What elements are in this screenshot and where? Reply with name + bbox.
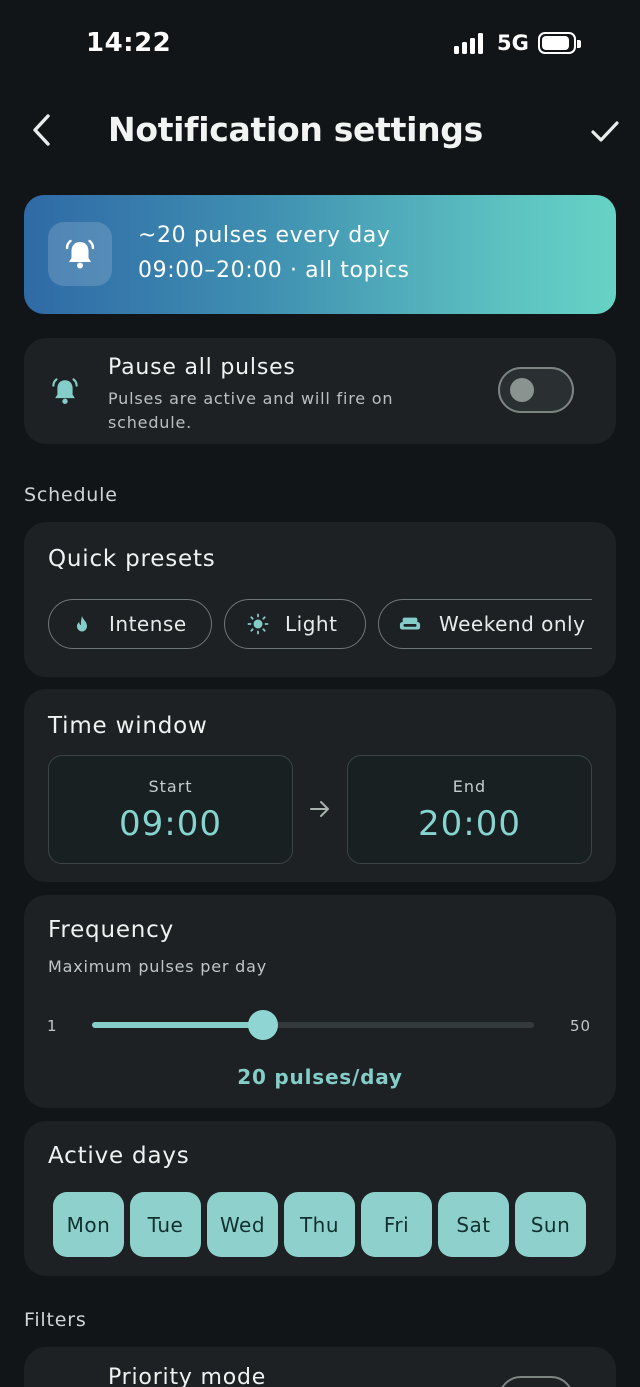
battery-icon [538,32,581,54]
preset-weekend-only[interactable]: Weekend only [378,599,592,649]
day-sat[interactable]: Sat [438,1192,509,1257]
frequency-value: 20 pulses/day [237,1065,403,1089]
presets-title: Quick presets [48,546,216,572]
end-label: End [452,777,487,796]
preset-label: Light [285,612,338,636]
frequency-card: Frequency Maximum pulses per day 1 50 20… [24,895,616,1108]
pause-toggle[interactable] [498,367,574,413]
preset-label: Weekend only [439,612,586,636]
end-time-value: 20:00 [418,804,521,844]
preset-intense[interactable]: Intense [48,599,212,649]
priority-title: Priority mode [108,1365,267,1387]
day-sun[interactable]: Sun [515,1192,586,1257]
chevron-left-icon [33,114,50,146]
pause-subtitle: Pulses are active and will fire on sched… [108,389,394,432]
pause-all-card: Pause all pulses Pulses are active and w… [24,338,616,444]
pause-title: Pause all pulses [108,355,296,380]
active-days-card: Active days Mon Tue Wed Thu Fri Sat Sun [24,1121,616,1276]
day-fri[interactable]: Fri [361,1192,432,1257]
flame-icon [71,613,93,635]
section-schedule: Schedule [24,484,118,506]
arrow-right-icon [308,797,332,821]
priority-mode-card: Priority mode [24,1347,616,1387]
day-mon[interactable]: Mon [53,1192,124,1257]
day-wed[interactable]: Wed [207,1192,278,1257]
day-tue[interactable]: Tue [130,1192,201,1257]
day-thu[interactable]: Thu [284,1192,355,1257]
time-window-card: Time window Start 09:00 End 20:00 [24,689,616,882]
status-bar: 14:22 5G [0,0,640,90]
preset-label: Intense [109,612,187,636]
section-filters: Filters [24,1309,87,1331]
network-type: 5G [497,31,529,55]
start-time-picker[interactable]: Start 09:00 [48,755,293,864]
bell-ring-icon [48,374,82,408]
signal-icon [454,32,483,54]
sofa-icon [399,613,421,635]
slider-thumb[interactable] [248,1010,279,1040]
quick-presets-card: Quick presets Intense Light Weekend only [24,522,616,677]
back-button[interactable] [26,110,60,150]
schedule-summary-banner: ~20 pulses every day 09:00–20:00 · all t… [24,195,616,314]
check-icon [591,121,619,142]
summary-frequency: ~20 pulses every day [138,223,391,248]
status-time: 14:22 [86,28,172,58]
slider-max-label: 50 [570,1017,592,1035]
page-title: Notification settings [108,110,483,149]
end-time-picker[interactable]: End 20:00 [347,755,592,864]
time-window-title: Time window [48,713,208,739]
top-app-bar: Notification settings [0,100,640,160]
slider-fill [92,1022,264,1028]
frequency-subtitle: Maximum pulses per day [48,957,267,976]
frequency-title: Frequency [48,917,175,943]
frequency-slider[interactable] [92,1022,534,1028]
priority-toggle[interactable] [498,1376,574,1387]
toggle-knob [510,378,534,402]
start-time-value: 09:00 [119,804,222,844]
preset-light[interactable]: Light [224,599,366,649]
save-button[interactable] [586,112,624,150]
summary-window: 09:00–20:00 · all topics [138,258,410,283]
slider-min-label: 1 [47,1017,57,1035]
start-label: Start [148,777,193,796]
sun-icon [247,613,269,635]
bell-ring-icon [48,222,112,286]
active-days-title: Active days [48,1143,190,1169]
